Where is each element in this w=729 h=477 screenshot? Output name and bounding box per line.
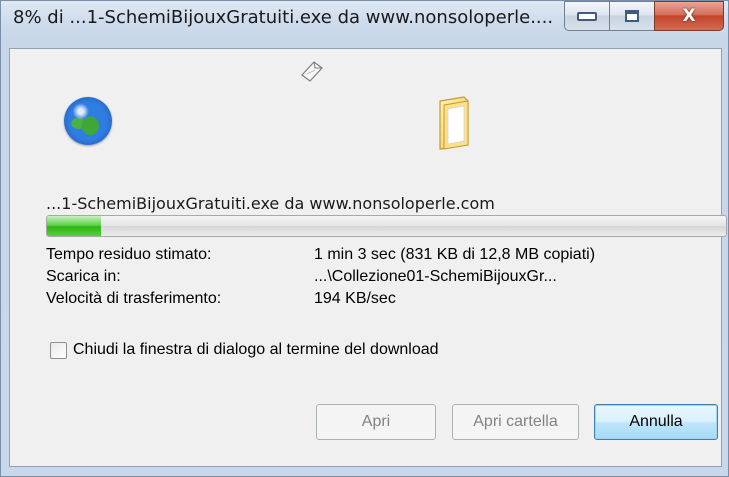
download-dialog-window: 8% di ...1-SchemiBijouxGratuiti.exe da w… bbox=[0, 0, 729, 477]
dialog-buttons: Apri Apri cartella Annulla bbox=[10, 404, 721, 444]
caption-buttons: X bbox=[564, 1, 724, 31]
title-bar[interactable]: 8% di ...1-SchemiBijouxGratuiti.exe da w… bbox=[1, 1, 729, 49]
minimize-icon bbox=[577, 11, 597, 21]
download-progress-fill bbox=[47, 216, 102, 236]
time-remaining-row: Tempo residuo stimato: 1 min 3 sec (831 … bbox=[46, 246, 726, 266]
open-folder-button[interactable]: Apri cartella bbox=[452, 404, 579, 440]
open-button[interactable]: Apri bbox=[316, 404, 436, 440]
close-icon: X bbox=[682, 6, 696, 26]
cancel-button[interactable]: Annulla bbox=[594, 404, 718, 440]
download-progress-bar bbox=[46, 215, 727, 237]
transfer-rate-row: Velocità di trasferimento: 194 KB/sec bbox=[46, 290, 726, 310]
transfer-animation bbox=[10, 49, 721, 189]
time-remaining-value: 1 min 3 sec (831 KB di 12,8 MB copiati) bbox=[314, 246, 596, 263]
close-button[interactable]: X bbox=[654, 1, 724, 31]
folder-icon bbox=[439, 96, 469, 150]
document-icon bbox=[301, 61, 323, 82]
close-on-complete-option[interactable]: Chiudi la finestra di dialogo al termine… bbox=[50, 341, 439, 359]
dialog-client-area: ...1-SchemiBijouxGratuiti.exe da www.non… bbox=[9, 48, 727, 467]
download-to-value: ...\Collezione01-SchemiBijouxGr... bbox=[314, 268, 557, 285]
transfer-rate-label: Velocità di trasferimento: bbox=[46, 290, 222, 307]
transfer-rate-value: 194 KB/sec bbox=[314, 290, 396, 307]
maximize-icon bbox=[625, 10, 639, 22]
download-to-label: Scarica in: bbox=[46, 268, 121, 285]
download-file-name: ...1-SchemiBijouxGratuiti.exe da www.non… bbox=[46, 194, 495, 213]
time-remaining-label: Tempo residuo stimato: bbox=[46, 246, 212, 263]
close-on-complete-checkbox[interactable] bbox=[50, 341, 67, 359]
window-title: 8% di ...1-SchemiBijouxGratuiti.exe da w… bbox=[13, 7, 554, 28]
globe-icon bbox=[64, 97, 112, 145]
download-to-row: Scarica in: ...\Collezione01-SchemiBijou… bbox=[46, 268, 726, 288]
close-on-complete-label[interactable]: Chiudi la finestra di dialogo al termine… bbox=[73, 341, 439, 359]
minimize-button[interactable] bbox=[564, 1, 610, 31]
maximize-button[interactable] bbox=[609, 1, 655, 31]
